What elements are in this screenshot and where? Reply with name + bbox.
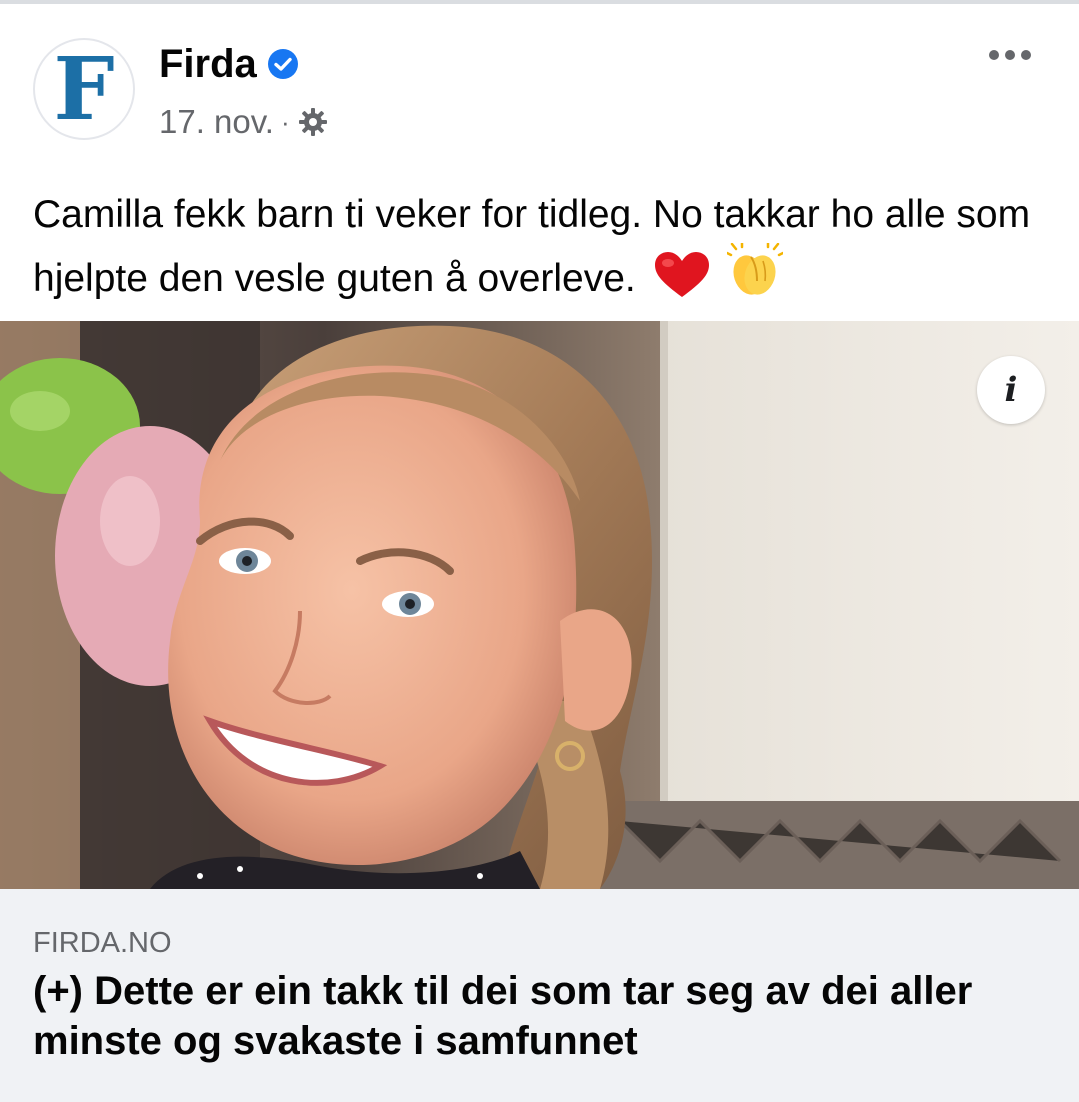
post-text-container: Camilla fekk barn ti veker for tidleg. N… <box>33 186 1043 307</box>
link-domain: FIRDA.NO <box>33 927 172 959</box>
more-dot <box>1005 50 1015 60</box>
more-options-button[interactable] <box>980 40 1040 70</box>
post-photo[interactable] <box>0 321 1079 889</box>
post-date[interactable]: 17. nov. <box>159 102 274 142</box>
meta-separator: · <box>280 106 290 137</box>
ad-info-button[interactable]: i <box>977 356 1045 424</box>
post-meta: 17. nov. · <box>159 102 329 142</box>
portrait-image <box>0 321 1079 889</box>
post-text: Camilla fekk barn ti veker for tidleg. N… <box>33 193 1031 300</box>
gear-icon <box>298 108 327 136</box>
top-divider <box>0 0 1079 4</box>
page-avatar[interactable]: F <box>33 38 135 140</box>
more-dot <box>989 50 999 60</box>
link-title[interactable]: (+) Dette er ein takk til dei som tar se… <box>33 966 1063 1066</box>
verified-badge-icon <box>267 49 298 79</box>
red-heart-icon <box>654 252 709 297</box>
more-dot <box>1021 50 1031 60</box>
clapping-hands-icon <box>727 243 784 295</box>
avatar-logo-letter: F <box>53 39 115 140</box>
page-name-row: Firda <box>159 40 299 88</box>
page-name[interactable]: Firda <box>159 40 257 88</box>
info-icon: i <box>1004 370 1018 410</box>
